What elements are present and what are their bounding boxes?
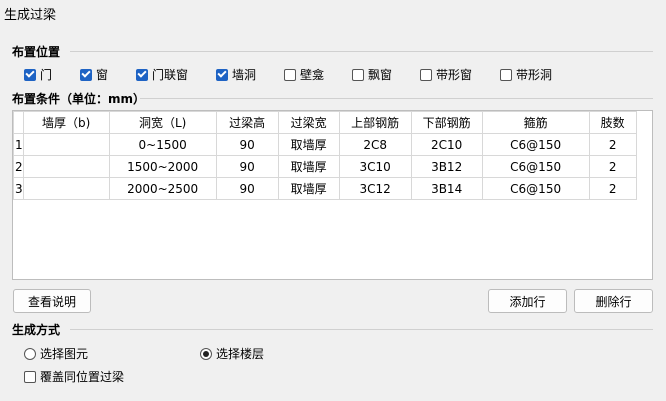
table-cell[interactable]: 取墙厚 bbox=[277, 177, 340, 200]
checkbox-strip-opening[interactable]: 带形洞 bbox=[500, 66, 552, 83]
checkbox-niche[interactable]: 壁龛 bbox=[284, 66, 324, 83]
row-number: 1 bbox=[13, 133, 24, 156]
checkbox-door-box[interactable] bbox=[24, 68, 36, 81]
table-cell[interactable]: 3C12 bbox=[338, 177, 412, 200]
radio-select-element-dot[interactable] bbox=[24, 347, 36, 360]
table-cell[interactable]: 90 bbox=[215, 155, 279, 178]
dialog-title: 生成过梁 bbox=[4, 8, 57, 23]
table-cell[interactable]: C6@150 bbox=[481, 133, 590, 156]
table-cell[interactable]: 2C10 bbox=[410, 133, 483, 156]
checkbox-window[interactable]: 窗 bbox=[80, 66, 108, 83]
table-cell[interactable]: 取墙厚 bbox=[277, 133, 340, 156]
table-cell[interactable]: 3C10 bbox=[338, 155, 412, 178]
mode-section-label: 生成方式 bbox=[12, 323, 61, 337]
checkbox-strip-window-label: 带形窗 bbox=[436, 68, 473, 82]
conditions-divider bbox=[140, 98, 653, 99]
table-cell[interactable]: 取墙厚 bbox=[277, 155, 340, 178]
checkbox-window-box[interactable] bbox=[80, 68, 92, 81]
table-row[interactable]: 1 0~1500 90 取墙厚 2C8 2C10 C6@150 2 bbox=[13, 133, 637, 156]
row-number: 2 bbox=[13, 155, 24, 178]
table-cell[interactable]: 2 bbox=[588, 133, 637, 156]
table-cell[interactable]: 2 bbox=[588, 177, 637, 200]
radio-select-element[interactable]: 选择图元 bbox=[24, 345, 88, 362]
table-cell[interactable]: 2000~2500 bbox=[108, 177, 217, 200]
table-row[interactable]: 2 1500~2000 90 取墙厚 3C10 3B12 C6@150 2 bbox=[13, 155, 637, 178]
radio-select-floor[interactable]: 选择楼层 bbox=[200, 345, 264, 362]
table-cell[interactable]: 1500~2000 bbox=[108, 155, 217, 178]
table-cell[interactable]: C6@150 bbox=[481, 155, 590, 178]
table-cell[interactable]: 3B14 bbox=[410, 177, 483, 200]
row-number-header bbox=[13, 111, 24, 134]
table-cell[interactable] bbox=[22, 177, 110, 200]
column-header-lintel-height[interactable]: 过梁高 bbox=[215, 111, 279, 134]
checkbox-window-label: 窗 bbox=[96, 68, 109, 82]
table-cell[interactable]: 90 bbox=[215, 177, 279, 200]
row-number: 3 bbox=[13, 177, 24, 200]
table-cell[interactable]: 2 bbox=[588, 155, 637, 178]
radio-select-floor-dot[interactable] bbox=[200, 347, 212, 360]
view-help-button[interactable]: 查看说明 bbox=[13, 289, 91, 313]
placement-section-label: 布置位置 bbox=[12, 45, 61, 59]
checkbox-override-lintel-label: 覆盖同位置过梁 bbox=[40, 370, 125, 384]
checkbox-strip-window-box[interactable] bbox=[420, 68, 432, 81]
checkbox-override-lintel-box[interactable] bbox=[24, 370, 36, 383]
checkbox-niche-box[interactable] bbox=[284, 68, 296, 81]
checkbox-door-label: 门 bbox=[40, 68, 53, 82]
table-cell[interactable] bbox=[22, 155, 110, 178]
checkbox-bay-window-label: 飘窗 bbox=[368, 68, 393, 82]
placement-divider bbox=[70, 51, 653, 52]
table-cell[interactable] bbox=[22, 133, 110, 156]
checkbox-door-window-label: 门联窗 bbox=[152, 68, 189, 82]
conditions-table-container[interactable]: 墙厚（b) 洞宽（L) 过梁高 过梁宽 上部钢筋 下部钢筋 箍筋 肢数 1 0~… bbox=[12, 110, 653, 280]
table-row[interactable]: 3 2000~2500 90 取墙厚 3C12 3B14 C6@150 2 bbox=[13, 177, 637, 200]
checkbox-strip-opening-box[interactable] bbox=[500, 68, 512, 81]
mode-divider bbox=[70, 329, 653, 330]
table-header-row: 墙厚（b) 洞宽（L) 过梁高 过梁宽 上部钢筋 下部钢筋 箍筋 肢数 bbox=[13, 111, 637, 134]
table-cell[interactable]: 90 bbox=[215, 133, 279, 156]
table-cell[interactable]: 3B12 bbox=[410, 155, 483, 178]
checkbox-bay-window-box[interactable] bbox=[352, 68, 364, 81]
conditions-section-label: 布置条件（单位：mm） bbox=[12, 92, 146, 106]
checkbox-door-window-box[interactable] bbox=[136, 68, 148, 81]
checkbox-door-window[interactable]: 门联窗 bbox=[136, 66, 188, 83]
column-header-top-rebar[interactable]: 上部钢筋 bbox=[338, 111, 412, 134]
add-row-button[interactable]: 添加行 bbox=[488, 289, 567, 313]
radio-select-floor-label: 选择楼层 bbox=[216, 347, 265, 361]
checkbox-wall-opening-box[interactable] bbox=[216, 68, 228, 81]
conditions-table: 墙厚（b) 洞宽（L) 过梁高 过梁宽 上部钢筋 下部钢筋 箍筋 肢数 1 0~… bbox=[13, 111, 637, 200]
checkbox-door[interactable]: 门 bbox=[24, 66, 52, 83]
column-header-lintel-width[interactable]: 过梁宽 bbox=[277, 111, 340, 134]
radio-select-element-label: 选择图元 bbox=[40, 347, 89, 361]
checkbox-strip-opening-label: 带形洞 bbox=[516, 68, 553, 82]
delete-row-button[interactable]: 删除行 bbox=[574, 289, 653, 313]
checkbox-bay-window[interactable]: 飘窗 bbox=[352, 66, 392, 83]
checkbox-niche-label: 壁龛 bbox=[300, 68, 325, 82]
column-header-stirrup[interactable]: 箍筋 bbox=[481, 111, 590, 134]
column-header-bottom-rebar[interactable]: 下部钢筋 bbox=[410, 111, 483, 134]
checkbox-override-lintel[interactable]: 覆盖同位置过梁 bbox=[24, 368, 124, 385]
table-cell[interactable]: 2C8 bbox=[338, 133, 412, 156]
checkbox-wall-opening-label: 墙洞 bbox=[232, 68, 257, 82]
column-header-wall-thickness[interactable]: 墙厚（b) bbox=[22, 111, 110, 134]
table-cell[interactable]: C6@150 bbox=[481, 177, 590, 200]
column-header-legs[interactable]: 肢数 bbox=[588, 111, 637, 134]
checkbox-strip-window[interactable]: 带形窗 bbox=[420, 66, 472, 83]
column-header-opening-width[interactable]: 洞宽（L) bbox=[108, 111, 217, 134]
table-cell[interactable]: 0~1500 bbox=[108, 133, 217, 156]
checkbox-wall-opening[interactable]: 墙洞 bbox=[216, 66, 256, 83]
